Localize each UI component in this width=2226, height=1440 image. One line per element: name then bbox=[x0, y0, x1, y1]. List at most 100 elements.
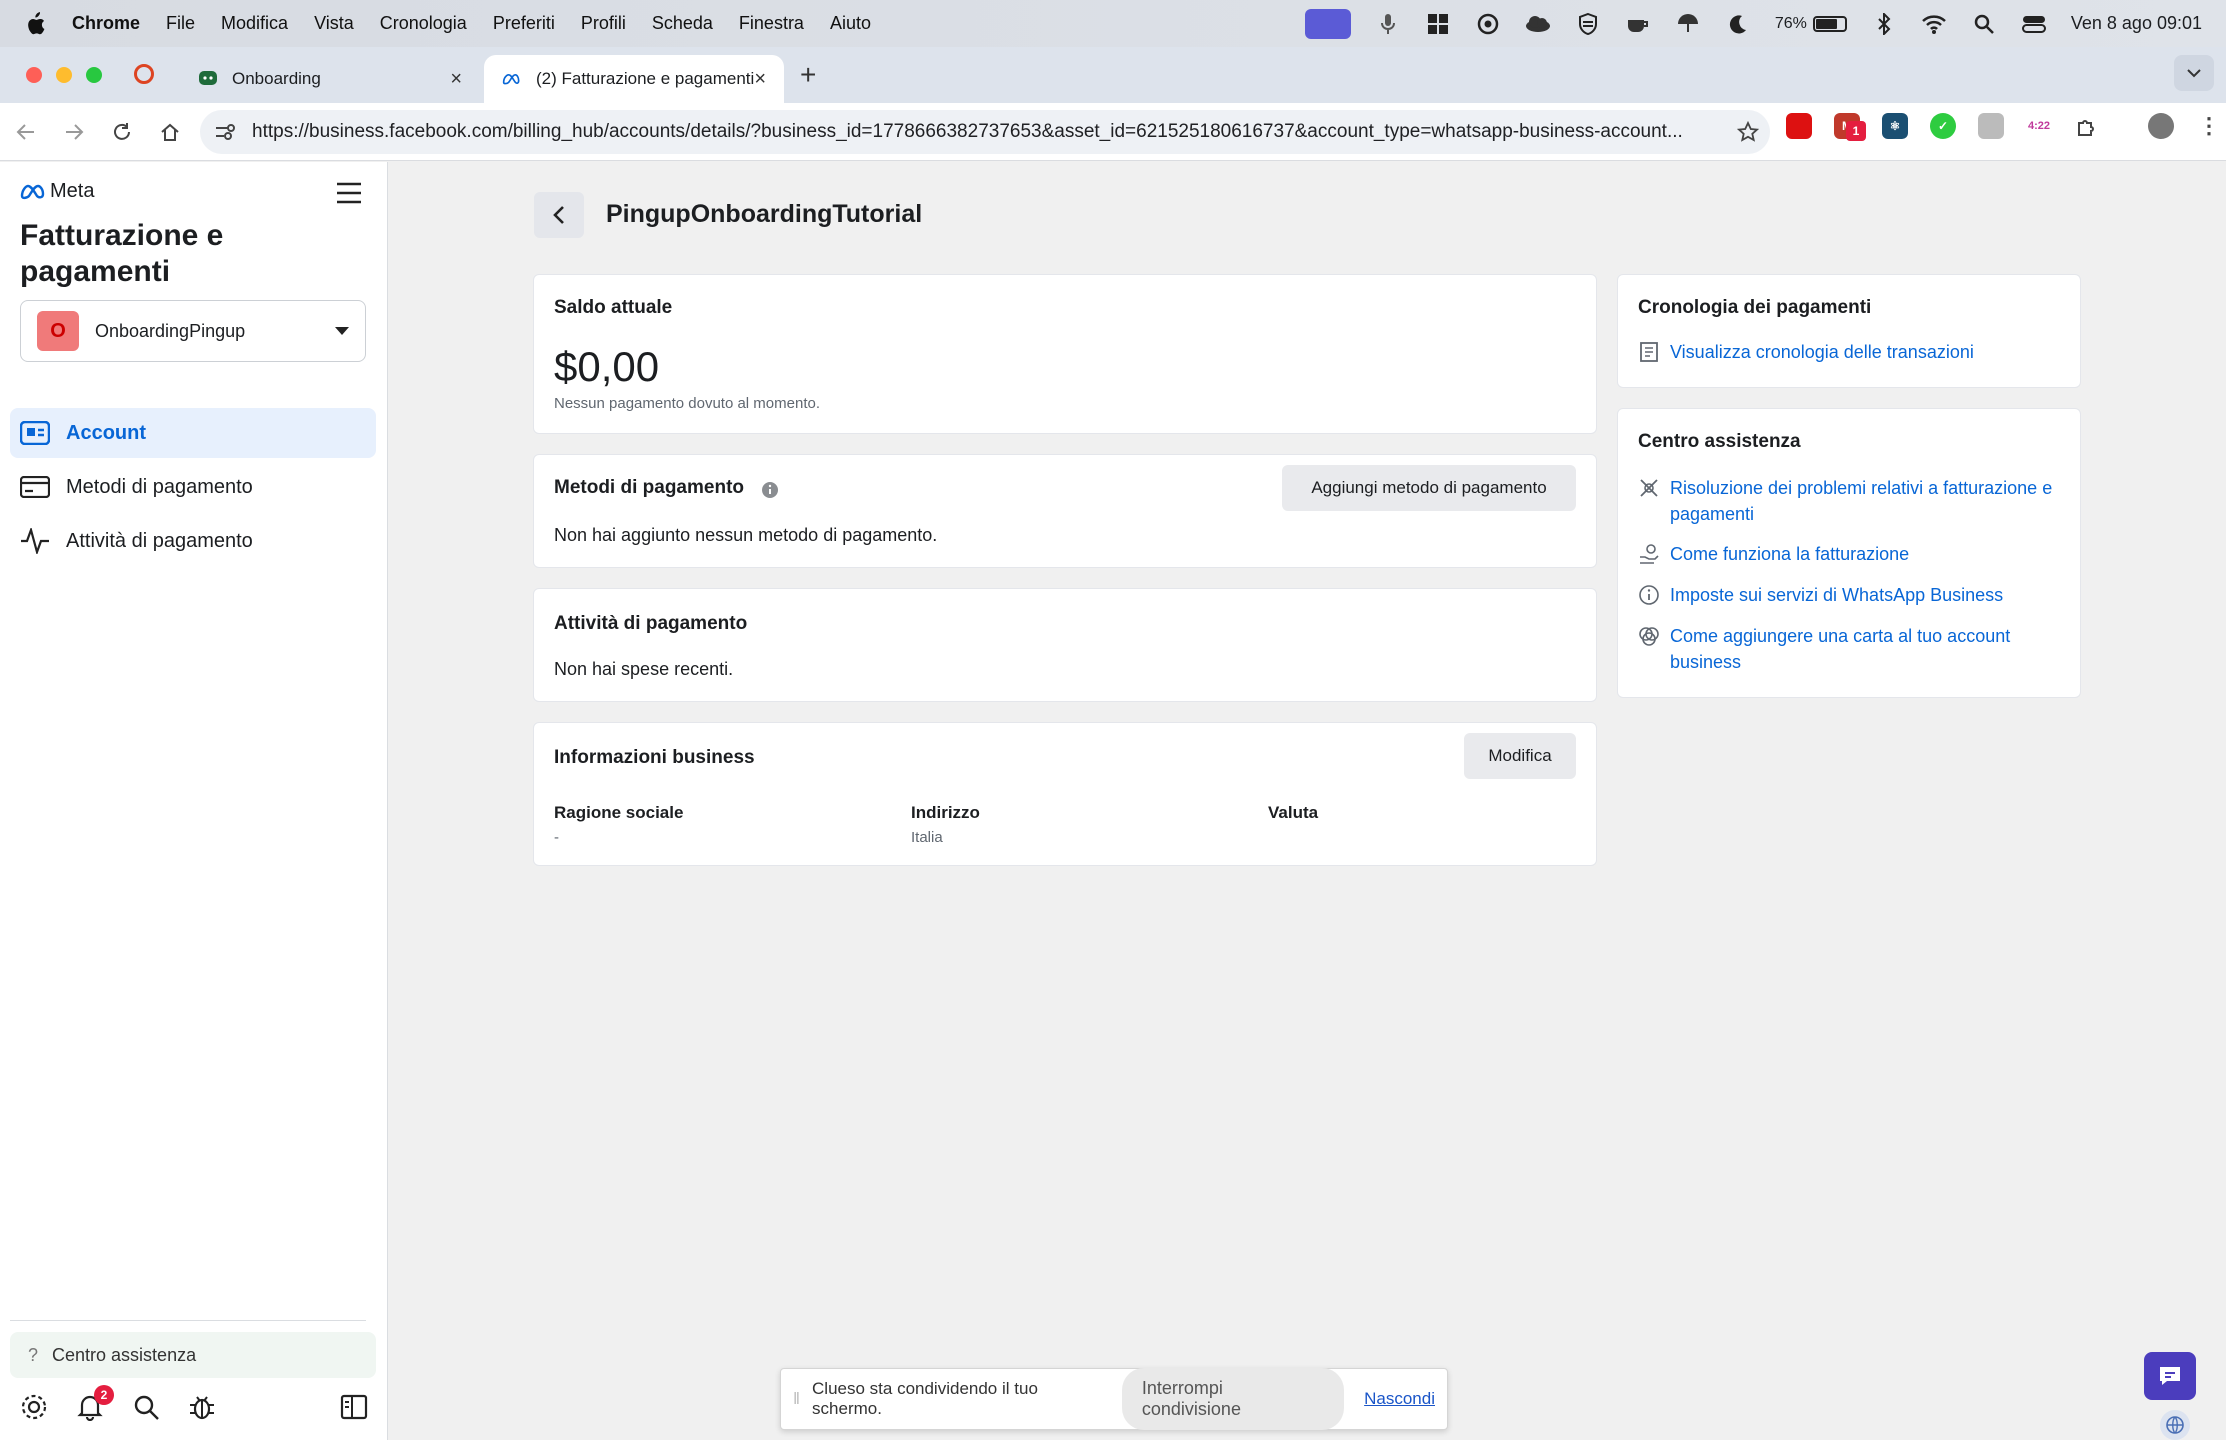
moon-icon[interactable] bbox=[1725, 13, 1751, 35]
home-icon bbox=[161, 123, 179, 141]
macos-menubar: Chrome File Modifica Vista Cronologia Pr… bbox=[0, 0, 2226, 47]
business-info-heading: Informazioni business bbox=[554, 747, 755, 768]
bluetooth-icon[interactable] bbox=[1871, 12, 1897, 35]
bug-report-icon[interactable] bbox=[188, 1393, 218, 1423]
kebab-menu-icon[interactable]: ⋮ bbox=[2196, 113, 2222, 139]
field-label: Indirizzo bbox=[911, 803, 980, 822]
help-link-how-billing-works[interactable]: Come funziona la fatturazione bbox=[1638, 541, 2058, 567]
site-settings-icon[interactable] bbox=[214, 122, 236, 142]
edit-business-button[interactable]: Modifica bbox=[1464, 733, 1576, 779]
menu-preferiti[interactable]: Preferiti bbox=[493, 13, 555, 34]
menu-profili[interactable]: Profili bbox=[581, 13, 626, 34]
screen-share-icon[interactable] bbox=[1304, 8, 1351, 39]
menu-scheda[interactable]: Scheda bbox=[652, 13, 713, 34]
meta-logo[interactable]: Meta bbox=[20, 180, 94, 203]
gmail-extension-icon[interactable]: M1 bbox=[1834, 113, 1866, 141]
sidebar-item-payment-methods[interactable]: Metodi di pagamento bbox=[10, 462, 376, 512]
new-tab-button[interactable]: + bbox=[800, 59, 816, 91]
umbrella-icon[interactable] bbox=[1675, 13, 1701, 35]
address-bar[interactable]: https://business.facebook.com/billing_hu… bbox=[200, 110, 1770, 154]
menubar-datetime[interactable]: Ven 8 ago 09:01 bbox=[2071, 13, 2202, 34]
stop-sharing-button[interactable]: Interrompi condivisione bbox=[1121, 1368, 1345, 1430]
tab-label: (2) Fatturazione e pagamenti bbox=[536, 69, 755, 88]
coffee-icon[interactable] bbox=[1625, 13, 1651, 35]
balance-card: Saldo attuale $0,00 Nessun pagamento dov… bbox=[533, 274, 1597, 434]
url-text[interactable]: https://business.facebook.com/billing_hu… bbox=[252, 121, 1726, 143]
sidebar-item-payment-activity[interactable]: Attività di pagamento bbox=[10, 516, 376, 566]
balance-amount: $0,00 bbox=[554, 343, 660, 390]
wifi-icon[interactable] bbox=[1921, 13, 1947, 35]
cloud-icon[interactable] bbox=[1525, 13, 1551, 35]
settings-gear-icon[interactable] bbox=[20, 1393, 50, 1423]
menu-file[interactable]: File bbox=[166, 13, 195, 34]
toggle-panel-icon[interactable] bbox=[340, 1393, 370, 1423]
close-tab-icon[interactable]: × bbox=[450, 68, 462, 91]
add-payment-method-button[interactable]: Aggiungi metodo di pagamento bbox=[1282, 465, 1576, 511]
home-button[interactable] bbox=[148, 110, 192, 154]
maximize-window-button[interactable] bbox=[86, 67, 102, 83]
back-nav-button[interactable] bbox=[4, 110, 48, 154]
chat-bubble-icon bbox=[2160, 1367, 2180, 1385]
bookmark-star-icon[interactable] bbox=[1726, 121, 1770, 143]
help-link-whatsapp-taxes[interactable]: Imposte sui servizi di WhatsApp Business bbox=[1638, 582, 2058, 608]
sidebar-help-center-link[interactable]: ? Centro assistenza bbox=[10, 1332, 376, 1378]
puzzle-extension-icon[interactable] bbox=[2074, 113, 2100, 139]
help-link-add-card[interactable]: Come aggiungere una carta al tuo account… bbox=[1638, 623, 2058, 675]
menu-app-name[interactable]: Chrome bbox=[72, 13, 140, 34]
camera-extension-icon[interactable] bbox=[1978, 113, 2004, 139]
recording-icon[interactable] bbox=[134, 64, 154, 84]
forward-nav-button[interactable] bbox=[52, 110, 96, 154]
battery-status[interactable]: 76% bbox=[1775, 15, 1847, 33]
tab-fatturazione[interactable]: (2) Fatturazione e pagamenti × bbox=[484, 55, 784, 103]
close-window-button[interactable] bbox=[26, 67, 42, 83]
notification-badge: 2 bbox=[94, 1385, 114, 1405]
timer-extension-icon[interactable]: 4:22 bbox=[2026, 113, 2052, 139]
shield-icon[interactable] bbox=[1575, 12, 1601, 35]
sidebar-footer: 2 bbox=[20, 1385, 370, 1428]
at-sign-icon[interactable] bbox=[1475, 13, 1501, 35]
spotlight-search-icon[interactable] bbox=[1971, 13, 1997, 35]
record-extension-icon[interactable] bbox=[1786, 113, 1812, 139]
tab-onboarding[interactable]: Onboarding × bbox=[180, 55, 480, 103]
tab-search-button[interactable] bbox=[2174, 55, 2214, 91]
payment-activity-heading: Attività di pagamento bbox=[554, 613, 748, 634]
grid-icon[interactable] bbox=[1425, 13, 1451, 35]
menu-cronologia[interactable]: Cronologia bbox=[380, 13, 467, 34]
info-icon[interactable] bbox=[761, 481, 779, 499]
globe-icon[interactable] bbox=[2160, 1410, 2190, 1440]
close-tab-icon[interactable]: × bbox=[754, 68, 766, 91]
react-extension-icon[interactable]: ⚛ bbox=[1882, 113, 1908, 139]
account-selector[interactable]: O OnboardingPingup bbox=[20, 300, 366, 362]
hide-share-bar-link[interactable]: Nascondi bbox=[1364, 1389, 1435, 1409]
minimize-window-button[interactable] bbox=[56, 67, 72, 83]
activity-pulse-icon bbox=[20, 528, 52, 554]
help-link-troubleshooting[interactable]: Risoluzione dei problemi relativi a fatt… bbox=[1638, 475, 2058, 527]
back-button[interactable] bbox=[534, 192, 584, 238]
menu-modifica[interactable]: Modifica bbox=[221, 13, 288, 34]
transaction-history-link[interactable]: Visualizza cronologia delle transazioni bbox=[1638, 339, 1974, 365]
microphone-icon[interactable] bbox=[1375, 13, 1401, 35]
link-label: Imposte sui servizi di WhatsApp Business bbox=[1670, 585, 2004, 605]
menu-aiuto[interactable]: Aiuto bbox=[830, 13, 871, 34]
check-extension-icon[interactable]: ✓ bbox=[1930, 113, 1956, 139]
search-icon[interactable] bbox=[132, 1393, 162, 1423]
payment-history-heading: Cronologia dei pagamenti bbox=[1638, 297, 1872, 318]
control-center-icon[interactable] bbox=[2021, 13, 2047, 35]
drag-handle-icon[interactable]: ‖ bbox=[793, 1389, 800, 1409]
apple-icon[interactable] bbox=[24, 11, 46, 36]
menu-vista[interactable]: Vista bbox=[314, 13, 354, 34]
field-label: Ragione sociale bbox=[554, 803, 684, 822]
sidebar-nav: Account Metodi di pagamento Attività di … bbox=[10, 408, 376, 570]
reload-button[interactable] bbox=[100, 110, 144, 154]
extensions-area: M1 ⚛ ✓ 4:22 ⋮ bbox=[1786, 113, 2222, 141]
business-field-valuta: Valuta bbox=[1268, 803, 1318, 829]
chat-support-button[interactable] bbox=[2144, 1352, 2196, 1400]
hamburger-menu-icon[interactable] bbox=[336, 182, 362, 204]
sidebar-item-account[interactable]: Account bbox=[10, 408, 376, 458]
menu-finestra[interactable]: Finestra bbox=[739, 13, 804, 34]
notifications-bell-icon[interactable]: 2 bbox=[76, 1385, 114, 1423]
account-icon bbox=[20, 420, 52, 446]
info-circle-icon bbox=[1639, 585, 1659, 605]
link-label: Risoluzione dei problemi relativi a fatt… bbox=[1670, 478, 2053, 524]
profile-avatar[interactable] bbox=[2148, 113, 2174, 139]
